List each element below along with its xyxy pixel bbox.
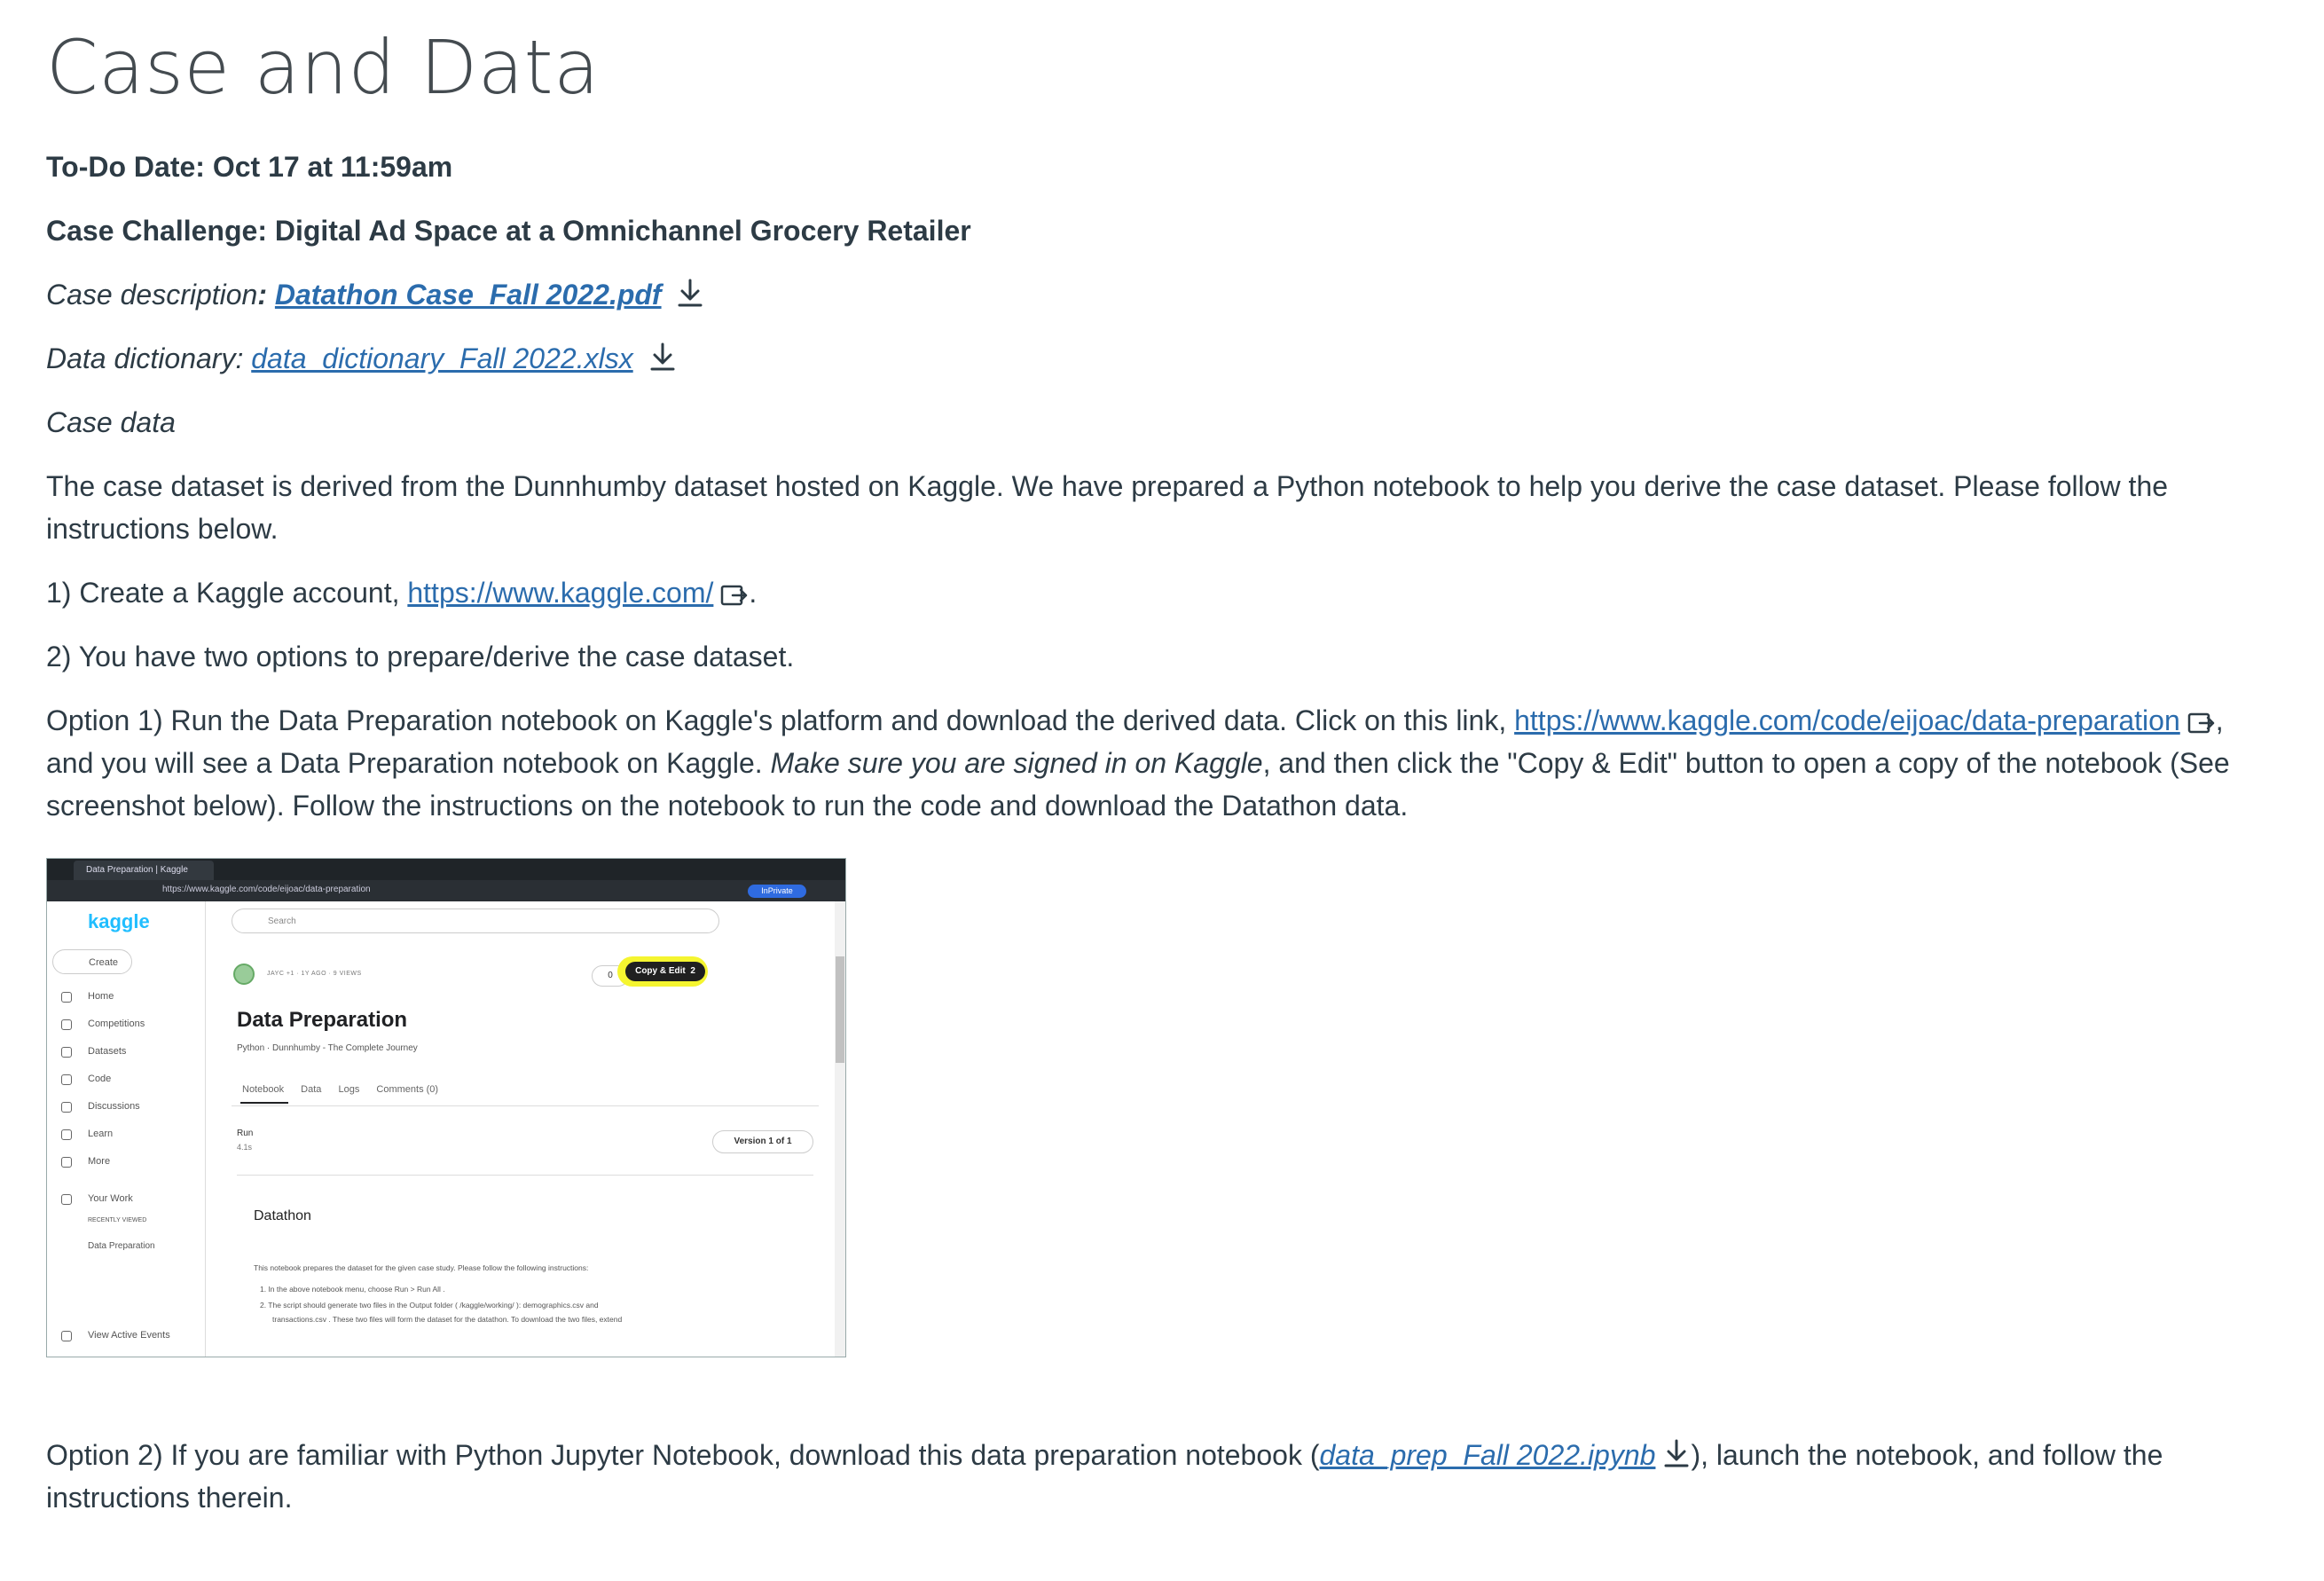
case-data-label: Case data [46,406,176,438]
home-icon [61,992,72,1003]
data-prep-notebook-link[interactable]: data_prep_Fall 2022.ipynb [1319,1439,1655,1471]
nav-your-work: Your Work [88,1193,133,1204]
external-link-icon [2187,712,2214,734]
trophy-icon [61,1019,72,1030]
datathon-heading: Datathon [254,1208,311,1223]
step-1-text: 1) Create a Kaggle account, [46,577,408,609]
step-1-suffix: . [749,577,758,609]
kaggle-sidebar: kaggle Create Home Competitions Datasets… [47,901,206,1357]
case-description-colon: : [257,279,267,311]
copy-edit-count: 2 [690,966,695,976]
copy-edit-label: Copy & Edit [635,966,686,976]
case-description-label: Case description [46,279,258,311]
inprivate-badge: InPrivate [748,885,806,898]
nav-more: More [88,1156,111,1167]
notebook-step-2: 2. The script should generate two files … [260,1301,599,1310]
code-icon [61,1074,72,1085]
kaggle-screenshot: Data Preparation | Kaggle https://www.ka… [46,858,846,1357]
nav-code: Code [88,1074,112,1084]
notebook-title: Data Preparation [237,1008,408,1032]
recent-item: Data Preparation [88,1241,155,1251]
case-description-line: Case description: Datathon Case_Fall 202… [46,273,2278,316]
notebook-tabs: Notebook Data Logs Comments (0) [242,1084,452,1095]
section-divider [237,1175,813,1176]
notebook-step-1: 1. In the above notebook menu, choose Ru… [260,1285,445,1294]
nav-competitions: Competitions [88,1019,145,1029]
kaggle-main: Search JAYC +1 · 1Y AGO · 9 VIEWS 0 Copy… [205,901,845,1357]
browser-address-bar: https://www.kaggle.com/code/eijoac/data-… [47,880,845,901]
learn-icon [61,1129,72,1140]
run-value: 4.1s [237,1143,253,1152]
option-2-text: Option 2) If you are familiar with Pytho… [46,1439,1320,1471]
case-challenge: Case Challenge: Digital Ad Space at a Om… [46,215,971,247]
kaggle-search: Search [232,908,719,933]
page: Case and Data To-Do Date: Oct 17 at 11:5… [0,0,2324,1514]
nav-discussions: Discussions [88,1101,140,1112]
tab-underline [240,1102,288,1104]
recently-viewed-label: RECENTLY VIEWED [88,1217,147,1223]
run-label: Run [237,1129,254,1138]
intro-paragraph: The case dataset is derived from the Dun… [46,470,2169,545]
browser-tab: Data Preparation | Kaggle [74,861,214,880]
version-badge: Version 1 of 1 [712,1130,813,1153]
avatar [233,964,255,985]
tab-logs: Logs [338,1084,360,1095]
notebook-paragraph: This notebook prepares the dataset for t… [254,1263,589,1272]
copy-edit-button: Copy & Edit 2 [625,962,705,981]
browser-url: https://www.kaggle.com/code/eijoac/data-… [162,885,371,894]
tab-notebook: Notebook [242,1084,285,1095]
data-dictionary-label: Data dictionary: [46,342,244,374]
notebook-step-2-cont: transactions.csv . These two files will … [272,1315,623,1324]
kaggle-logo: kaggle [88,910,150,932]
view-active-events: View Active Events [88,1330,170,1341]
data-preparation-link[interactable]: https://www.kaggle.com/code/eijoac/data-… [1514,704,2180,736]
external-link-icon [721,585,748,606]
scrollbar-thumb [836,956,844,1063]
data-dictionary-line: Data dictionary: data_dictionary_Fall 20… [46,337,2278,380]
step-2: 2) You have two options to prepare/deriv… [46,641,795,673]
kaggle-link[interactable]: https://www.kaggle.com/ [407,577,713,609]
step-1: 1) Create a Kaggle account, https://www.… [46,571,2278,614]
option-1-text: Option 1) Run the Data Preparation noteb… [46,704,1515,736]
chevron-down-icon [61,1157,72,1168]
nav-datasets: Datasets [88,1046,127,1057]
download-icon[interactable] [648,342,677,374]
create-button: Create [52,949,132,974]
events-icon [61,1331,72,1341]
page-title: Case and Data [46,24,601,111]
option-1: Option 1) Run the Data Preparation noteb… [46,699,2278,827]
nav-home: Home [88,991,114,1002]
table-icon [61,1047,72,1058]
data-dictionary-link[interactable]: data_dictionary_Fall 2022.xlsx [251,342,632,374]
notebook-meta: JAYC +1 · 1Y AGO · 9 VIEWS [267,971,362,977]
discussion-icon [61,1102,72,1113]
todo-date: To-Do Date: Oct 17 at 11:59am [46,151,453,183]
tab-data: Data [301,1084,322,1095]
download-icon[interactable] [1662,1438,1691,1470]
your-work-icon [61,1194,72,1205]
nav-learn: Learn [88,1129,114,1139]
notebook-subtitle: Python · Dunnhumby - The Complete Journe… [237,1043,418,1053]
download-icon[interactable] [676,278,704,310]
tab-comments: Comments (0) [376,1084,439,1095]
option-1-italic: Make sure you are signed in on Kaggle [770,747,1263,779]
case-description-link[interactable]: Datathon Case_Fall 2022.pdf [275,279,662,311]
browser-titlebar: Data Preparation | Kaggle [47,859,845,880]
option-2: Option 2) If you are familiar with Pytho… [46,1434,2278,1519]
tab-divider [232,1105,819,1106]
